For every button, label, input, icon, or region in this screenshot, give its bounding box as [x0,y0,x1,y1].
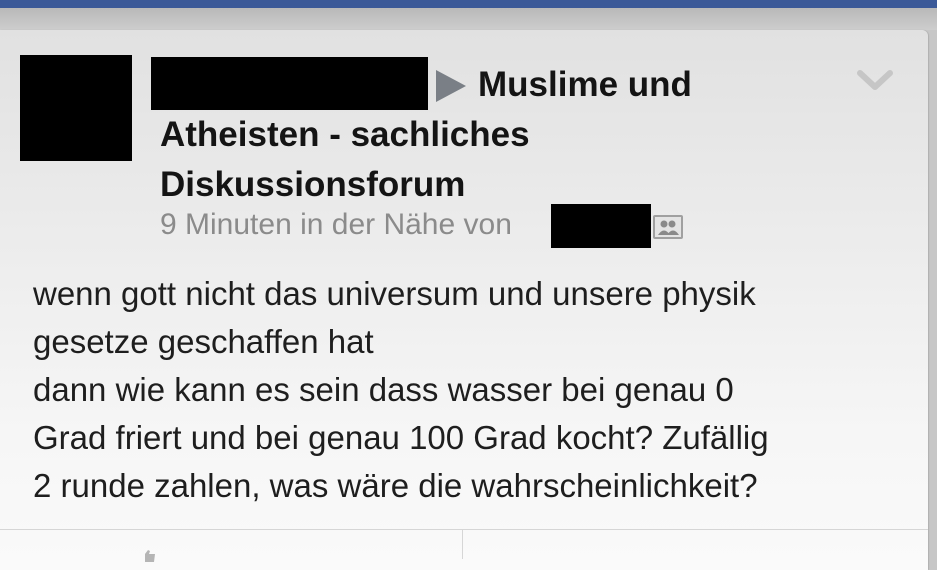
group-name-line-3[interactable]: Diskussionsforum [160,165,465,205]
like-button[interactable] [0,530,462,562]
post-timestamp-location[interactable]: 9 Minuten in der Nähe von [160,207,512,243]
group-name-line-1[interactable]: Muslime und [478,65,692,105]
post-body: wenn gott nicht das universum und unsere… [33,270,913,510]
group-name-line-2[interactable]: Atheisten - sachliches [160,115,530,155]
comment-button[interactable] [463,530,928,559]
app-top-bar [0,0,937,8]
share-to-arrow-icon [436,70,466,102]
post-body-line: 2 runde zahlen, was wäre die wahrscheinl… [33,467,758,504]
like-icon [145,550,155,562]
author-avatar-redacted[interactable] [20,55,132,161]
post-body-line: gesetze geschaffen hat [33,323,374,360]
location-redacted[interactable] [551,204,651,248]
feed-background [0,8,937,30]
chevron-down-icon[interactable] [856,68,894,92]
author-name-redacted[interactable] [151,57,428,110]
friends-icon[interactable] [653,215,683,239]
post-body-line: dann wie kann es sein dass wasser bei ge… [33,371,734,408]
post-body-line: Grad friert und bei genau 100 Grad kocht… [33,419,769,456]
post-body-line: wenn gott nicht das universum und unsere… [33,275,756,312]
